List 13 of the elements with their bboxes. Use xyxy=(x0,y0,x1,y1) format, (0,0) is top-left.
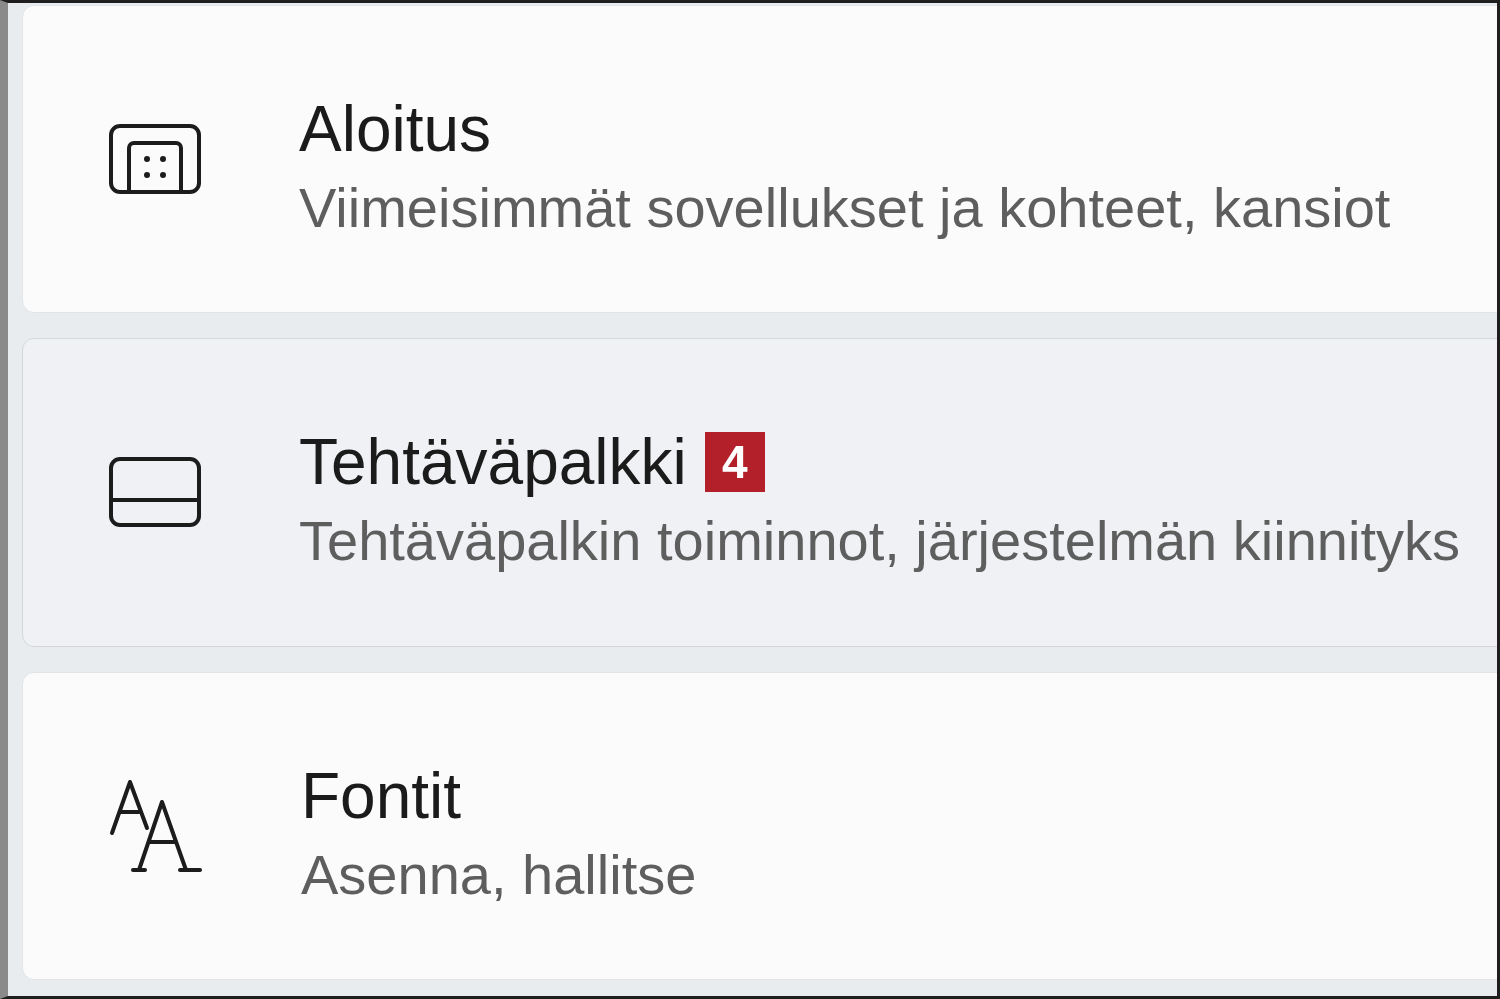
item-title: Tehtäväpalkki xyxy=(299,427,687,498)
start-menu-icon xyxy=(109,124,201,195)
number-badge: 4 xyxy=(704,432,765,493)
item-description: Asenna, hallitse xyxy=(301,842,697,907)
item-title: Aloitus xyxy=(299,94,492,165)
item-description: Viimeisimmät sovellukset ja kohteet, kansiot xyxy=(299,176,1391,241)
font-icon xyxy=(109,777,203,874)
settings-item[interactable]: Aloitus Viimeisimmät sovellukset ja kohteet, kansiot xyxy=(22,5,1497,314)
settings-item[interactable]: Tehtäväpalkki 4 Tehtäväpalkin toiminnot, järjestelmän kiinnityks xyxy=(22,338,1497,647)
item-description: Tehtäväpalkin toiminnot, järjestelmän kiinnityks xyxy=(299,509,1460,574)
item-title: Fontit xyxy=(301,760,462,831)
settings-item[interactable]: Fontit Asenna, hallitse xyxy=(22,671,1497,980)
taskbar-icon xyxy=(109,457,201,528)
